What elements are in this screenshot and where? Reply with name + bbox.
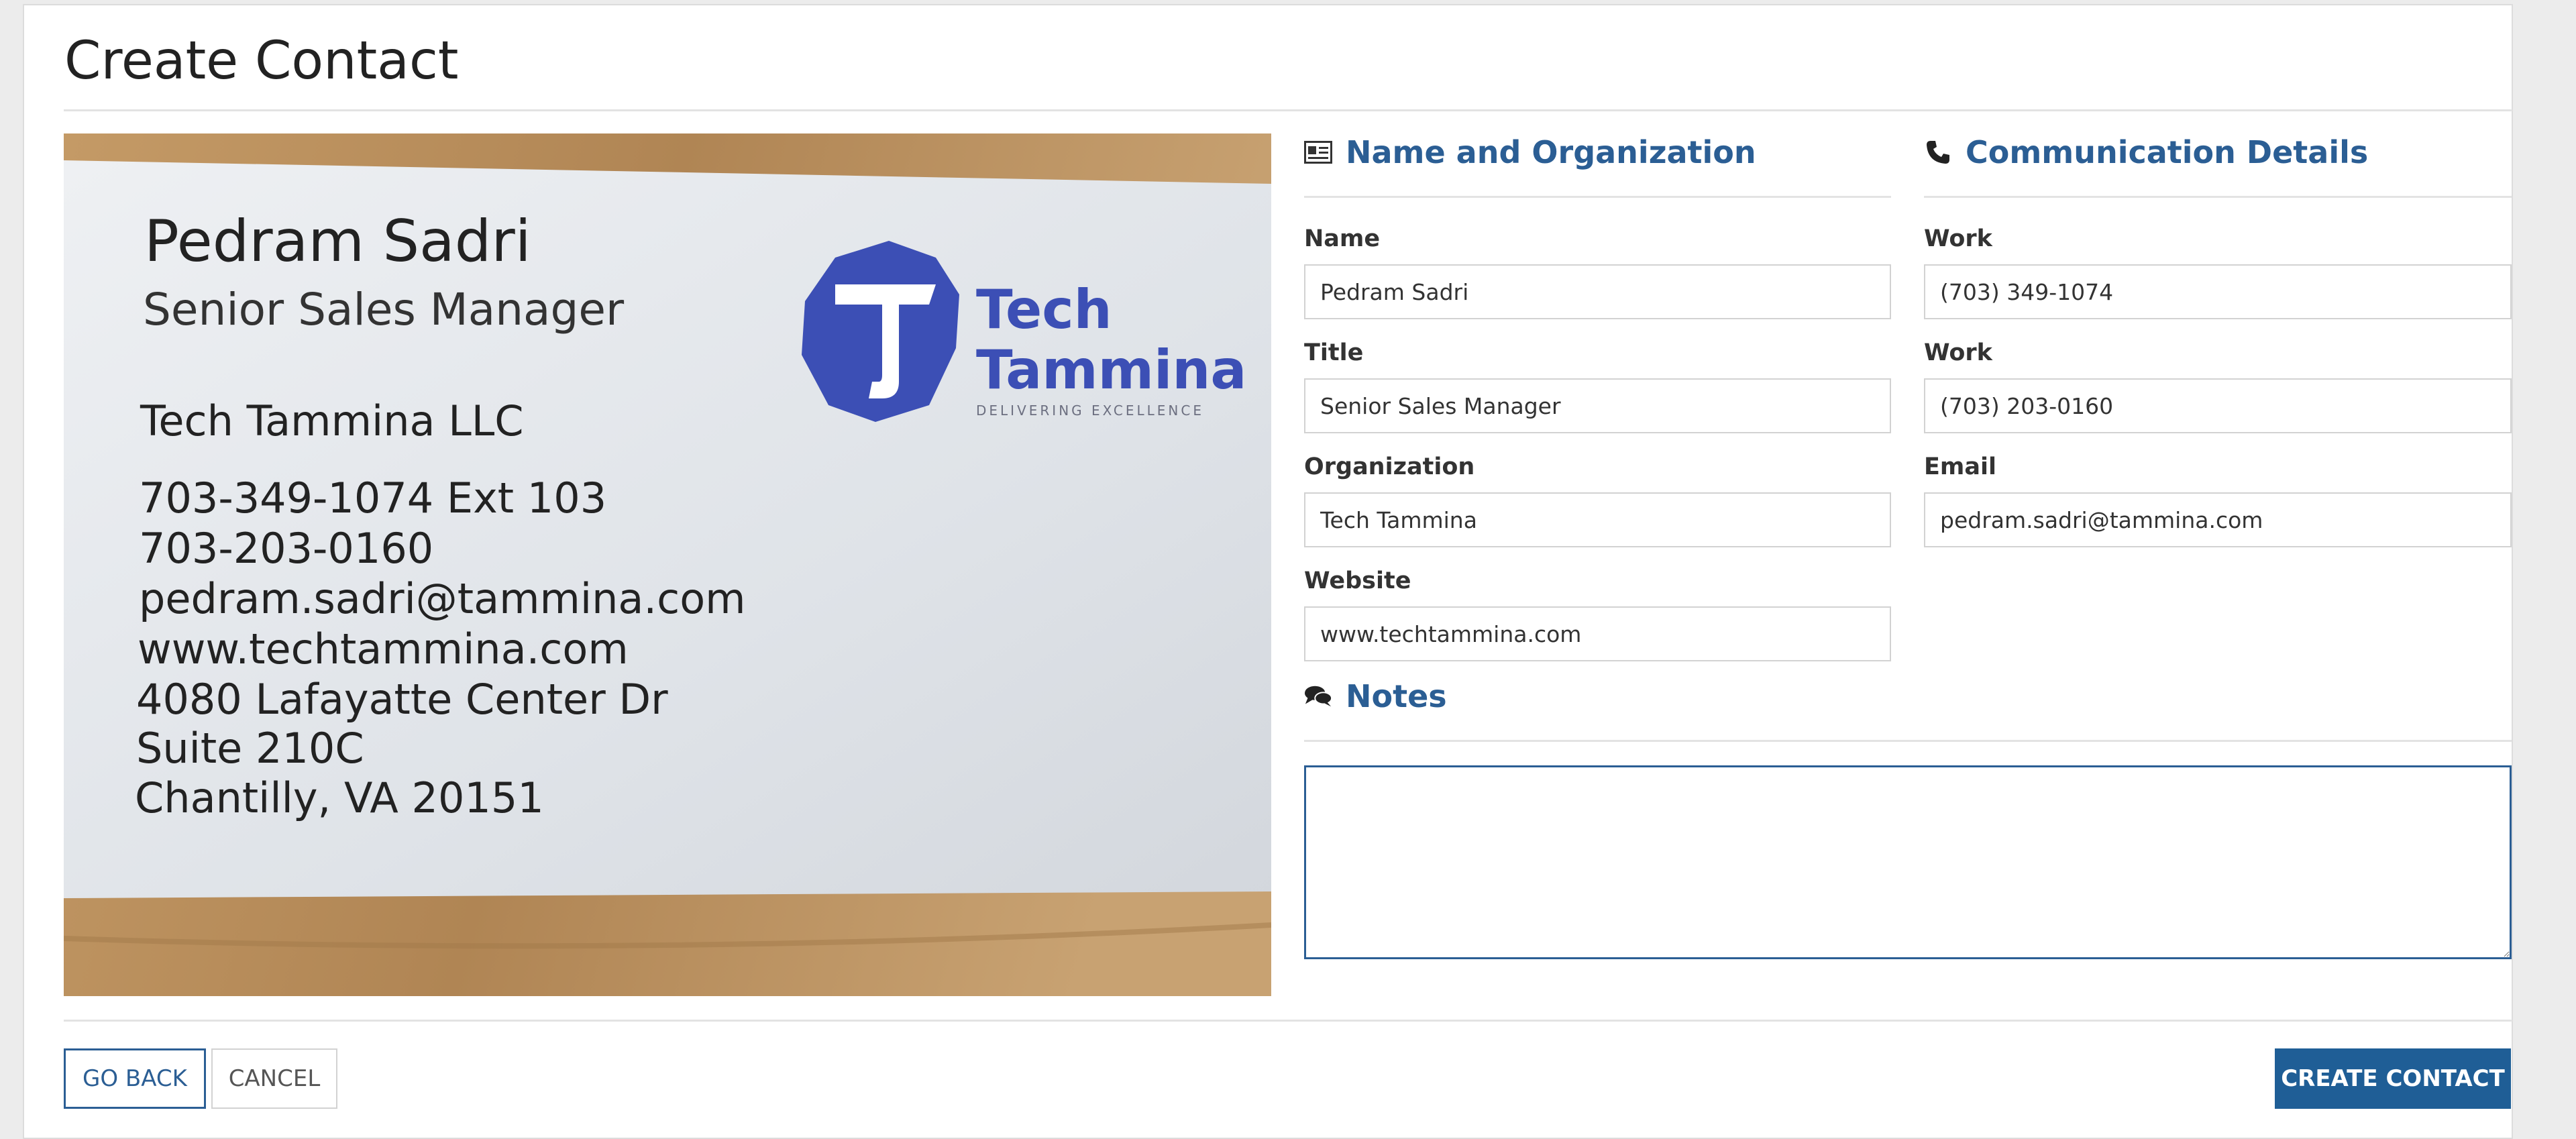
title-field[interactable] (1304, 378, 1891, 433)
organization-field[interactable] (1304, 492, 1891, 547)
id-card-icon (1304, 138, 1332, 166)
page-title: Create Contact (64, 31, 459, 91)
card-email: pedram.sadri@tammina.com (139, 574, 746, 623)
comments-icon (1304, 682, 1332, 710)
name-field[interactable] (1304, 264, 1891, 319)
card-website: www.techtammina.com (138, 625, 629, 673)
name-org-heading: Name and Organization (1304, 134, 1756, 170)
svg-text:Tammina: Tammina (976, 339, 1246, 401)
work-phone-1-field[interactable] (1924, 264, 2512, 319)
website-field[interactable] (1304, 606, 1891, 661)
cancel-button[interactable]: CANCEL (211, 1048, 337, 1109)
card-company: Tech Tammina LLC (140, 396, 524, 445)
website-label: Website (1304, 567, 1411, 594)
phone-icon (1924, 138, 1952, 166)
work-phone-1-label: Work (1924, 225, 1992, 252)
title-divider (64, 109, 2512, 111)
card-phone2: 703-203-0160 (139, 524, 433, 573)
title-label: Title (1304, 339, 1364, 366)
notes-divider (1304, 740, 2512, 742)
card-name: Pedram Sadri (144, 208, 531, 275)
svg-text:Tech: Tech (976, 278, 1112, 341)
communication-heading-text: Communication Details (1966, 134, 2369, 170)
notes-textarea[interactable] (1304, 765, 2512, 959)
card-title: Senior Sales Manager (143, 284, 625, 335)
go-back-button[interactable]: GO BACK (64, 1048, 206, 1109)
card-phone1: 703-349-1074 Ext 103 (139, 474, 606, 523)
svg-text:DELIVERING EXCELLENCE: DELIVERING EXCELLENCE (976, 402, 1204, 419)
notes-heading-text: Notes (1346, 678, 1447, 714)
name-label: Name (1304, 225, 1381, 252)
name-org-divider (1304, 196, 1891, 198)
footer-divider (64, 1020, 2512, 1022)
business-card-image: Pedram Sadri Senior Sales Manager Tech T… (64, 133, 1271, 996)
communication-divider (1924, 196, 2512, 198)
card-address1: 4080 Lafayatte Center Dr (136, 675, 668, 724)
name-org-heading-text: Name and Organization (1346, 134, 1756, 170)
notes-heading: Notes (1304, 678, 1447, 714)
work-phone-2-field[interactable] (1924, 378, 2512, 433)
create-contact-button[interactable]: CREATE CONTACT (2275, 1048, 2511, 1109)
email-label: Email (1924, 453, 1996, 480)
work-phone-2-label: Work (1924, 339, 1992, 366)
card-address2: Suite 210C (136, 724, 364, 773)
communication-heading: Communication Details (1924, 134, 2368, 170)
organization-label: Organization (1304, 453, 1475, 480)
card-address3: Chantilly, VA 20151 (135, 773, 544, 822)
email-field[interactable] (1924, 492, 2512, 547)
